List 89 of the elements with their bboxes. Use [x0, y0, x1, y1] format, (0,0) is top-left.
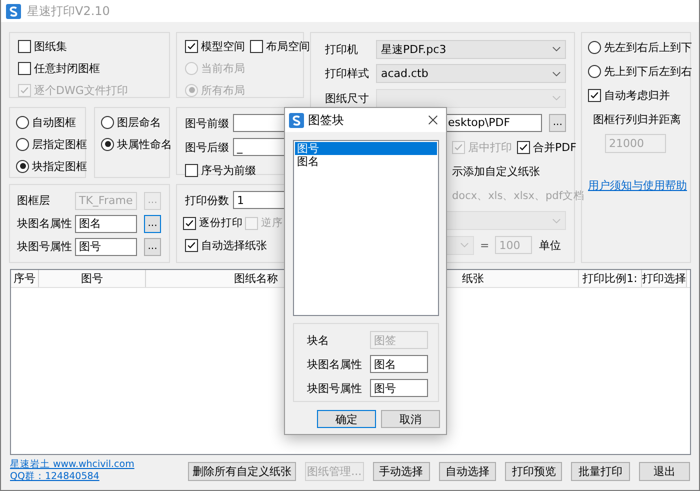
radio-label: 当前布局 [201, 60, 245, 76]
checkbox[interactable] [250, 40, 263, 52]
column-header[interactable]: 打印比例1: [579, 270, 642, 287]
action-button[interactable]: 退出 [638, 462, 690, 480]
radio-button[interactable] [588, 64, 601, 78]
text-field[interactable]: 图号 [370, 379, 428, 397]
field-label: 块名 [307, 332, 330, 348]
checkbox-label: 序号为前缀 [201, 162, 256, 178]
radio-label: 块指定图框 [32, 158, 87, 174]
window-title: 星速打印V2.10 [27, 2, 110, 20]
field-label: 图纸尺寸 [325, 90, 370, 106]
field-label: 块图名属性 [307, 356, 363, 372]
note-text: 示添加自定义纸张 [452, 164, 540, 180]
field-label: 图号前缀 [185, 116, 230, 130]
checkbox[interactable] [185, 164, 198, 176]
footer-link[interactable]: QQ群：124840584 [10, 471, 188, 483]
footer-link[interactable]: 星速岩土 www.whcivil.com [10, 459, 188, 471]
browse-button[interactable]: ... [144, 238, 161, 256]
checkbox[interactable] [183, 216, 196, 230]
checkbox[interactable] [185, 40, 198, 52]
list-item[interactable]: 图名 [295, 155, 437, 168]
radio-button[interactable] [16, 160, 29, 172]
dialog-title: 图签块 [308, 112, 344, 128]
checkbox[interactable] [185, 238, 198, 252]
checkbox-label: 模型空间 [201, 38, 245, 54]
action-button[interactable]: 删除所有自定义纸张 [188, 462, 296, 480]
checkbox-label: 任意封闭图框 [34, 60, 100, 76]
field-label: 块图号属性 [307, 380, 363, 396]
checkbox-label: 自动考虑归并 [604, 88, 670, 102]
unit-label: 单位 [539, 238, 562, 253]
app-icon [289, 112, 304, 128]
radio-label: 图层命名 [117, 114, 161, 130]
list-item[interactable]: 图号 [295, 142, 437, 155]
radio-button[interactable] [16, 116, 29, 128]
close-icon[interactable] [428, 115, 438, 125]
field-label: 块图名属性 [17, 216, 73, 231]
radio-label: 所有布局 [201, 82, 245, 98]
radio-label: 块属性命名 [117, 136, 172, 152]
checkbox-label: 图纸集 [34, 38, 67, 54]
field-label: 打印样式 [325, 66, 370, 82]
column-header[interactable]: 图号 [39, 270, 146, 287]
equals-sign: = [480, 238, 490, 252]
checkbox-label: 布局空间 [266, 38, 310, 54]
action-button[interactable]: 手动选择 [372, 462, 430, 480]
action-button[interactable]: 自动选择 [438, 462, 496, 480]
checkbox-label: 自动选择纸张 [201, 238, 267, 252]
checkbox-label: 逐份打印 [199, 216, 243, 230]
column-header[interactable]: 打印选择 [642, 270, 687, 287]
text-field[interactable]: 图名 [370, 355, 428, 373]
caret-icon [460, 242, 469, 248]
checkbox-label: 逆序 [261, 216, 283, 230]
radio-button[interactable] [101, 116, 114, 128]
caret-icon [552, 46, 561, 52]
text-field[interactable]: 图名 [75, 214, 137, 232]
radio-label: 先左到右后上到下 [604, 40, 692, 54]
checkbox-label: 逐个DWG文件打印 [34, 82, 128, 98]
caret-icon [552, 218, 561, 224]
checkbox[interactable] [18, 62, 31, 74]
radio-button[interactable] [101, 138, 114, 150]
radio-button[interactable] [16, 138, 29, 150]
column-header[interactable]: 序号 [11, 270, 39, 287]
dropdown[interactable]: 星速PDF.pc3 [376, 40, 566, 59]
field-label: 图框行列归并距离 [593, 112, 681, 126]
checkbox[interactable] [517, 140, 530, 154]
radio-label: 层指定图框 [32, 136, 87, 152]
radio-button[interactable] [588, 40, 601, 54]
radio-label: 自动图框 [32, 114, 76, 130]
help-link[interactable]: 用户须知与使用帮助 [588, 178, 687, 192]
browse-button[interactable]: ... [549, 114, 566, 132]
checkbox[interactable] [588, 88, 601, 102]
field-label: 打印份数 [185, 192, 230, 208]
action-button[interactable]: 批量打印 [571, 462, 630, 480]
dropdown[interactable]: acad.ctb [376, 64, 566, 84]
field-label: 图号后缀 [185, 140, 230, 154]
caret-icon [552, 95, 561, 102]
radio-label: 先上到下后左到右 [604, 64, 692, 78]
field-label: 打印机 [325, 42, 359, 57]
dialog-button[interactable]: 确定 [317, 410, 376, 428]
checkbox-label: 居中打印 [468, 140, 512, 155]
field-label: 块图号属性 [17, 239, 73, 254]
caret-icon [552, 70, 561, 77]
checkbox-label: 合并PDF [533, 140, 576, 155]
dialog-button[interactable]: 取消 [381, 410, 440, 428]
text-field[interactable]: 图号 [75, 238, 137, 256]
browse-button[interactable]: ... [144, 214, 161, 232]
action-button[interactable]: 打印预览 [505, 462, 562, 480]
checkbox[interactable] [18, 40, 31, 52]
app-icon [6, 4, 21, 18]
field-label: 图框层 [17, 193, 51, 208]
